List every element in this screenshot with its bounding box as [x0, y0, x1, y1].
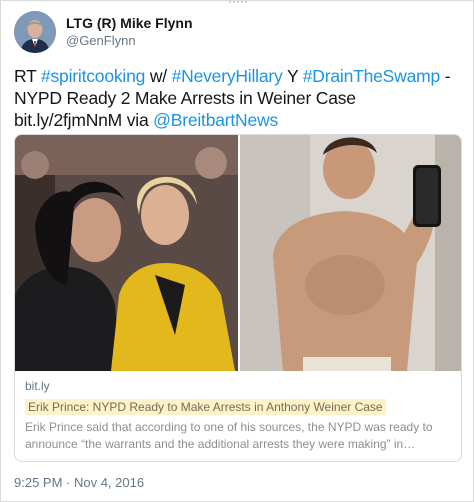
- tweet-header: LTG (R) Mike Flynn @GenFlynn: [14, 11, 454, 59]
- text-segment: w/: [145, 66, 172, 86]
- card-image[interactable]: [15, 135, 461, 371]
- tweet-timestamp[interactable]: 9:25 PM · Nov 4, 2016: [14, 475, 144, 490]
- mention-breitbartnews[interactable]: @BreitbartNews: [153, 110, 278, 130]
- top-indicator: [229, 1, 247, 7]
- text-segment: Y: [282, 66, 303, 86]
- hashtag-spiritcooking[interactable]: #spiritcooking: [41, 66, 145, 86]
- tweet-text: RT #spiritcooking w/ #NeveryHillary Y #D…: [14, 65, 466, 131]
- card-body: bit.ly Erik Prince: NYPD Ready to Make A…: [25, 379, 455, 453]
- card-domain: bit.ly: [25, 379, 50, 393]
- avatar[interactable]: [14, 11, 56, 53]
- hashtag-draintheswamp[interactable]: #DrainTheSwamp: [303, 66, 440, 86]
- user-handle[interactable]: @GenFlynn: [66, 33, 136, 48]
- card-description: Erik Prince said that according to one o…: [25, 420, 433, 451]
- display-name[interactable]: LTG (R) Mike Flynn: [66, 15, 193, 31]
- card-title[interactable]: Erik Prince: NYPD Ready to Make Arrests …: [25, 399, 386, 415]
- tweet-container: LTG (R) Mike Flynn @GenFlynn RT #spiritc…: [0, 0, 474, 502]
- link-card[interactable]: bit.ly Erik Prince: NYPD Ready to Make A…: [14, 134, 462, 462]
- hashtag-neveryhillary[interactable]: #NeveryHillary: [172, 66, 283, 86]
- text-segment: RT: [14, 66, 41, 86]
